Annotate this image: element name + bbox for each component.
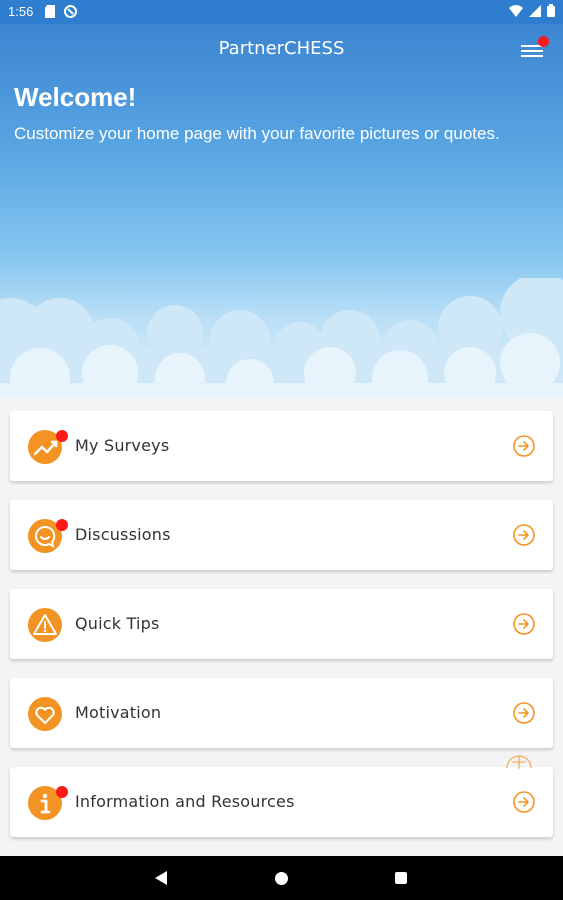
- clouds-illustration: [0, 278, 563, 398]
- sync-icon: [64, 5, 77, 18]
- card-label: Discussions: [75, 525, 171, 544]
- welcome-subtitle: Customize your home page with your favor…: [14, 124, 500, 143]
- back-icon[interactable]: [155, 871, 167, 885]
- menu-card-my-surveys[interactable]: My Surveys: [10, 411, 553, 481]
- welcome-heading: Welcome!: [14, 82, 137, 112]
- card-label: My Surveys: [75, 436, 170, 455]
- hamburger-menu-button[interactable]: [521, 36, 549, 60]
- arrow-right-icon[interactable]: [513, 791, 535, 813]
- warning-icon: [28, 608, 62, 642]
- notification-badge: [56, 430, 68, 442]
- arrow-right-icon[interactable]: [513, 435, 535, 457]
- notification-dot: [538, 36, 549, 47]
- menu-card-quick-tips[interactable]: Quick Tips: [10, 589, 553, 659]
- app-title: PartnerCHESS: [218, 38, 345, 59]
- heart-icon: [28, 697, 62, 731]
- menu-card-motivation[interactable]: Motivation: [10, 678, 553, 748]
- arrow-right-icon[interactable]: [513, 613, 535, 635]
- system-navigation-bar: [0, 856, 563, 900]
- home-icon[interactable]: [275, 872, 288, 885]
- card-label: Quick Tips: [75, 614, 160, 633]
- battery-icon: [547, 4, 555, 20]
- status-bar: 1:56: [0, 0, 563, 24]
- arrow-right-icon[interactable]: [513, 524, 535, 546]
- notification-badge: [56, 786, 68, 798]
- recents-icon[interactable]: [395, 872, 407, 884]
- signal-icon: [529, 4, 541, 20]
- card-label: Motivation: [75, 703, 162, 722]
- add-button[interactable]: [505, 748, 533, 772]
- menu-card-discussions[interactable]: Discussions: [10, 500, 553, 570]
- status-time: 1:56: [8, 4, 34, 19]
- wifi-icon: [509, 4, 523, 20]
- menu-card-information-and-resources[interactable]: Information and Resources: [10, 767, 553, 837]
- card-label: Information and Resources: [75, 792, 295, 811]
- notification-badge: [56, 519, 68, 531]
- arrow-right-icon[interactable]: [513, 702, 535, 724]
- sd-card-icon: [44, 5, 56, 18]
- hero-banner: PartnerCHESS Welcome! Customize your hom…: [0, 24, 563, 398]
